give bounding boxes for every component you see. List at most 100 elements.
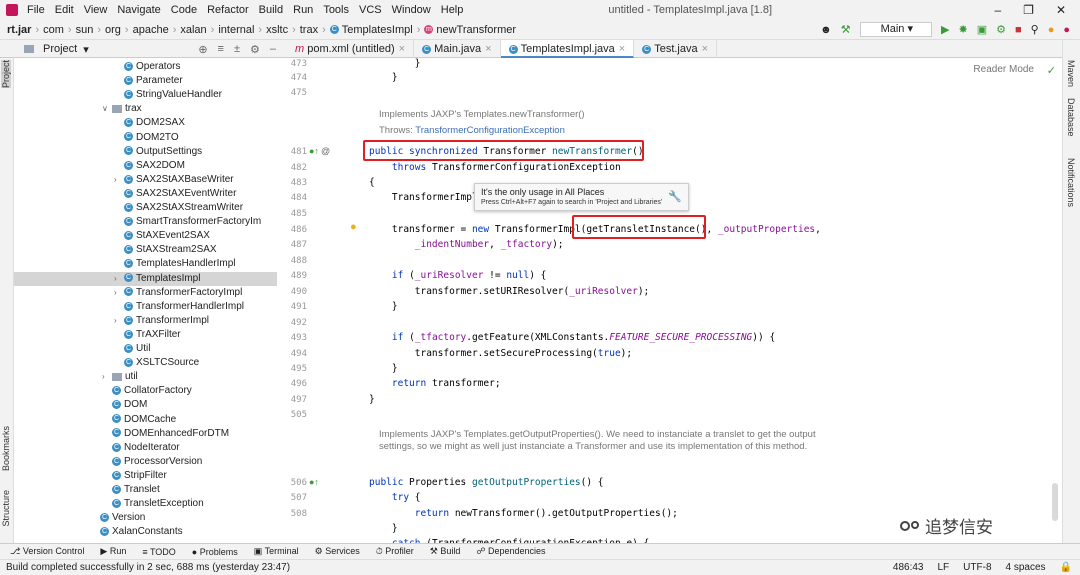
tree-item[interactable]: C StringValueHandler [14,88,277,102]
tool-run[interactable]: ▶ Run [100,546,126,557]
notifications-tool-button[interactable]: Notifications [1066,158,1076,207]
tree-item[interactable]: C Translet [14,483,277,497]
chevron-right-icon[interactable]: › [114,314,124,328]
tool-services[interactable]: ⚙ Services [315,546,360,557]
stop-icon[interactable]: ■ [1015,24,1022,36]
debug-icon[interactable]: ✸ [958,23,967,36]
tree-item[interactable]: › util [14,370,277,384]
menu-view[interactable]: View [79,4,113,16]
chevron-right-icon[interactable]: › [114,173,124,187]
run-icon[interactable]: ▶ [941,23,949,36]
project-tool-button[interactable]: Project [1,60,11,89]
tree-item[interactable]: C StAXEvent2SAX [14,229,277,243]
tool-dependencies[interactable]: ☍ Dependencies [476,546,545,557]
breadcrumb-internal[interactable]: internal [215,24,257,36]
close-icon[interactable]: × [702,43,708,55]
close-icon[interactable]: × [399,43,405,55]
tree-item[interactable]: C Parameter [14,74,277,88]
tree-item[interactable]: C SAX2StAXEventWriter [14,187,277,201]
breadcrumb-rt-jar[interactable]: rt.jar [4,24,34,36]
tool-version-control[interactable]: ⎇ Version Control [10,546,84,557]
tree-item[interactable]: › C SAX2StAXBaseWriter [14,173,277,187]
file-encoding[interactable]: UTF-8 [963,562,991,573]
coverage-icon[interactable]: ▣ [977,23,987,36]
status-message[interactable]: Build completed successfully in 2 sec, 6… [6,562,290,573]
tree-item[interactable]: C SmartTransformerFactoryIm [14,215,277,229]
menu-run[interactable]: Run [288,4,318,16]
menu-refactor[interactable]: Refactor [202,4,254,16]
doc-throws-link[interactable]: TransformerConfigurationException [415,125,565,136]
tree-item[interactable]: C ProcessorVersion [14,455,277,469]
tree-item[interactable]: › C TransformerImpl [14,314,277,328]
chevron-down-icon[interactable]: ∨ [102,102,112,116]
tree-item[interactable]: C OutputSettings [14,145,277,159]
jetbrains-icon[interactable]: ● [1063,24,1070,36]
update-icon[interactable]: ● [1048,24,1055,36]
tree-item[interactable]: C DOM2TO [14,131,277,145]
lock-icon[interactable]: 🔒 [1060,562,1072,573]
menu-vcs[interactable]: VCS [354,4,387,16]
caret-position[interactable]: 486:43 [893,562,924,573]
breadcrumb-com[interactable]: com [40,24,67,36]
close-window-icon[interactable]: ✕ [1056,3,1066,17]
tree-item[interactable]: C SAX2StAXStreamWriter [14,201,277,215]
tree-item[interactable]: › C TransformerFactoryImpl [14,286,277,300]
tree-item[interactable]: C TransletException [14,497,277,511]
tree-item[interactable]: C CollatorFactory [14,384,277,398]
close-icon[interactable]: × [485,43,491,55]
tab-templatesimpl-java[interactable]: C TemplatesImpl.java × [500,40,635,58]
breadcrumb-templatesimpl[interactable]: C TemplatesImpl [327,24,416,36]
indent-setting[interactable]: 4 spaces [1006,562,1046,573]
user-icon[interactable]: ☻ [820,24,832,36]
tree-item[interactable]: C TransformerHandlerImpl [14,300,277,314]
locate-icon[interactable]: ⊕ [198,43,207,56]
hide-icon[interactable]: – [270,43,276,56]
tree-item[interactable]: C TrAXFilter [14,328,277,342]
breadcrumb-org[interactable]: org [102,24,124,36]
restore-icon[interactable]: ❐ [1023,3,1034,17]
tree-item[interactable]: C DOMCache [14,413,277,427]
menu-navigate[interactable]: Navigate [112,4,165,16]
menu-tools[interactable]: Tools [318,4,354,16]
search-icon[interactable]: ⚲ [1031,23,1039,36]
close-icon[interactable]: × [619,43,625,55]
tool-problems[interactable]: ● Problems [192,547,238,557]
menu-file[interactable]: File [22,4,50,16]
wrench-icon[interactable]: 🔧 [668,190,682,203]
chevron-right-icon[interactable]: › [102,370,112,384]
code-editor[interactable]: 473 474 475 481 482 483 484 485 486 487 488 489 490 4… [287,58,1062,543]
menu-window[interactable]: Window [387,4,436,16]
chevron-down-icon[interactable]: ▾ [83,43,89,56]
menu-help[interactable]: Help [436,4,469,16]
tree-item[interactable]: C StAXStream2SAX [14,243,277,257]
tree-item[interactable]: C DOM [14,398,277,412]
breadcrumb-newtransformer[interactable]: m newTransformer [421,24,519,36]
line-separator[interactable]: LF [938,562,950,573]
tree-item[interactable]: C Operators [14,60,277,74]
tool-profiler[interactable]: ⏱ Profiler [376,546,414,557]
database-tool-button[interactable]: Database [1066,98,1076,137]
chevron-right-icon[interactable]: › [114,286,124,300]
expand-all-icon[interactable]: ± [234,43,240,56]
minimize-icon[interactable]: – [994,3,1001,17]
tab-pom-xml[interactable]: m pom.xml (untitled) × [287,40,415,58]
reader-mode-toggle[interactable]: Reader Mode [973,64,1034,75]
menu-code[interactable]: Code [166,4,202,16]
gear-icon[interactable]: ⚙ [250,43,260,56]
override-marker-icon[interactable]: ●↑ [309,477,319,487]
tab-main-java[interactable]: C Main.java × [414,40,501,58]
tool-todo[interactable]: ≡ TODO [142,547,175,557]
tree-item[interactable]: C DOM2SAX [14,116,277,130]
tool-terminal[interactable]: ▣ Terminal [254,546,299,557]
tree-item[interactable]: C TemplatesHandlerImpl [14,257,277,271]
maven-tool-button[interactable]: Maven [1066,60,1076,87]
chevron-right-icon[interactable]: › [114,272,124,286]
breadcrumb-xalan[interactable]: xalan [177,24,209,36]
tree-item[interactable]: C Version [14,511,277,525]
tree-item[interactable]: C NodeIterator [14,441,277,455]
collapse-all-icon[interactable]: ≡ [218,43,224,56]
hammer-icon[interactable]: ⚒ [841,23,851,36]
breadcrumb-trax[interactable]: trax [297,24,321,36]
override-marker-icon[interactable]: ●↑ [309,146,319,156]
bookmarks-tool-button[interactable]: Bookmarks [1,426,11,471]
